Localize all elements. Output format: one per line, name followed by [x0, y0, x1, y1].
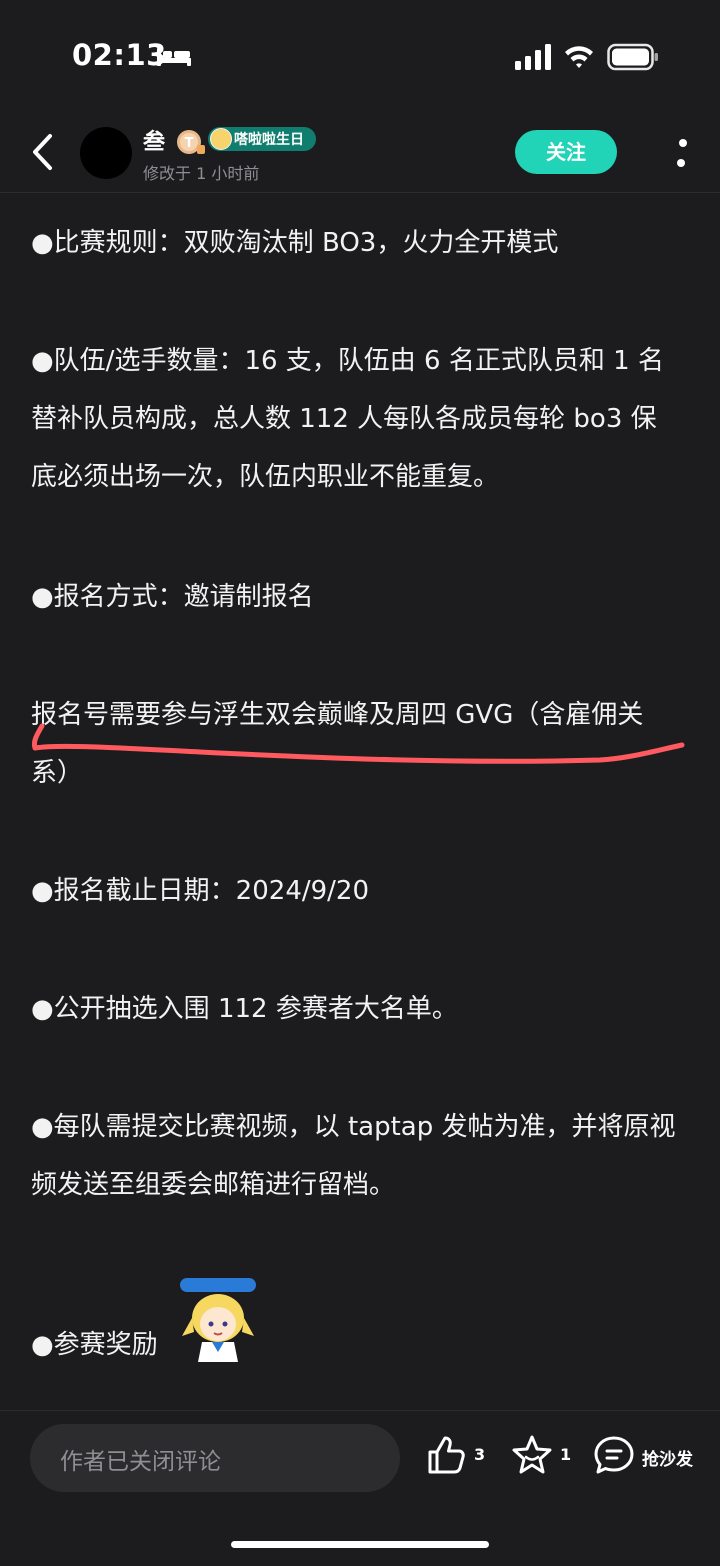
signup-method-paragraph: ●报名方式：邀请制报名: [31, 582, 314, 612]
favorite-button[interactable]: 1: [510, 1433, 576, 1481]
post-content: ●比赛规则：双败淘汰制 BO3，火力全开模式 ●队伍/选手数量：16 支，队伍由…: [0, 192, 720, 1410]
sofa-label: 抢沙发: [642, 1450, 693, 1470]
video-rule-paragraph: ●每队需提交比赛视频，以 taptap 发帖为准，并将原视频发送至组委会邮箱进行…: [31, 1112, 676, 1200]
comment-input[interactable]: 作者已关闭评论: [30, 1424, 400, 1492]
thumbs-up-icon: [428, 1436, 465, 1474]
rewards-paragraph: ●参赛奖励: [31, 1330, 158, 1360]
like-button[interactable]: 3: [424, 1433, 494, 1481]
comment-placeholder: 作者已关闭评论: [60, 1449, 221, 1475]
home-indicator[interactable]: [231, 1541, 489, 1548]
public-draw-paragraph: ●公开抽选入围 112 参赛者大名单。: [31, 994, 458, 1024]
character-face-icon: [210, 128, 232, 150]
status-bar: 02:13: [0, 0, 720, 110]
battery-icon: [607, 43, 658, 71]
author-avatar[interactable]: [80, 127, 132, 179]
deadline-paragraph: ●报名截止日期：2024/9/20: [31, 876, 370, 906]
red-underline-annotation: [31, 723, 685, 764]
star-icon: [512, 1435, 552, 1474]
bottom-action-bar: 作者已关闭评论 3 1 抢沙发: [0, 1410, 720, 1566]
like-count: 3: [474, 1445, 486, 1464]
follow-button[interactable]: 关注: [515, 130, 617, 174]
anime-girl-sticker-icon: [180, 1278, 256, 1362]
favorite-count: 1: [560, 1445, 572, 1464]
author-name[interactable]: 叁: [143, 124, 165, 156]
event-badge[interactable]: 嗒啦啦生日: [208, 127, 316, 151]
sofa-comment-button[interactable]: 抢沙发: [592, 1433, 704, 1481]
comment-bubble-icon: [594, 1436, 634, 1474]
sleep-mode-icon: [157, 48, 191, 66]
cellular-signal-icon: [515, 44, 551, 70]
event-badge-label: 嗒啦啦生日: [234, 132, 304, 148]
rules-paragraph: ●比赛规则：双败淘汰制 BO3，火力全开模式: [31, 228, 559, 258]
user-level-badge-icon: T: [177, 130, 205, 154]
edit-time: 修改于 1 小时前: [143, 164, 260, 183]
more-vertical-icon[interactable]: [672, 136, 692, 170]
svg-text:T: T: [185, 136, 194, 151]
wifi-icon: [565, 46, 593, 68]
chevron-left-icon[interactable]: [28, 132, 58, 172]
status-time: 02:13: [72, 38, 167, 72]
team-count-paragraph: ●队伍/选手数量：16 支，队伍由 6 名正式队员和 1 名替补队员构成，总人数…: [31, 346, 664, 492]
post-header: 叁 T 嗒啦啦生日 修改于 1 小时前 关注: [0, 110, 720, 193]
